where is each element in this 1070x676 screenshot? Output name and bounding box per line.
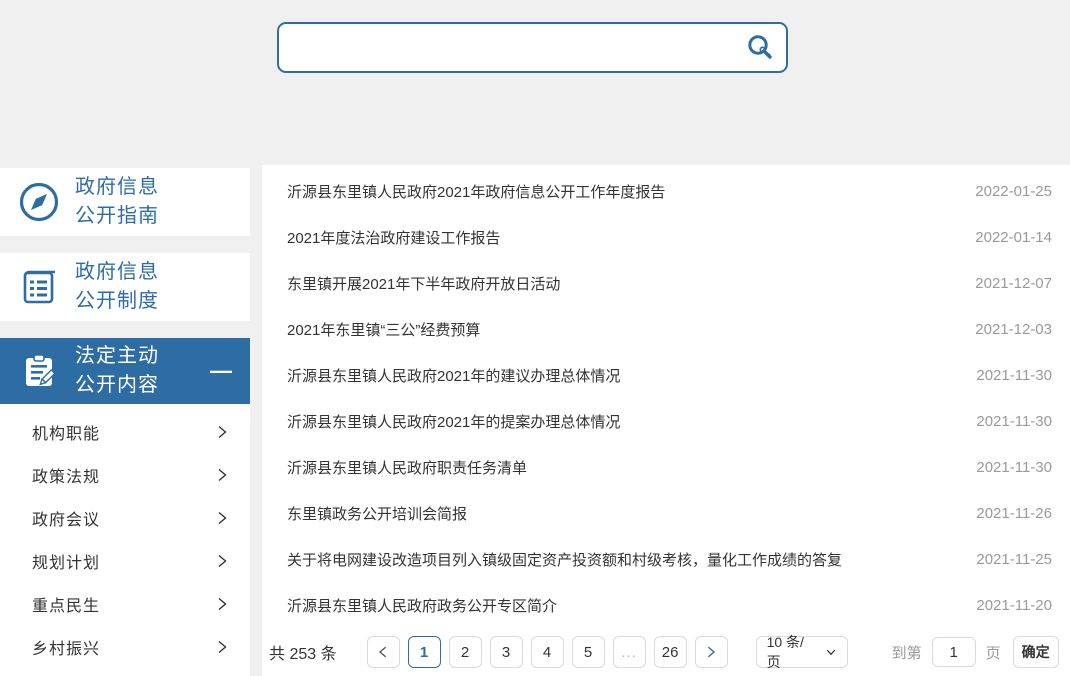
clipboard-pencil-icon — [16, 348, 62, 394]
list-item-date: 2022-01-25 — [975, 183, 1052, 200]
sidebar-item-gov-meetings[interactable]: 政府会议 — [0, 496, 250, 539]
pagination: 共 253 条 1 2 3 4 5 ... 26 10 条/页 — [269, 628, 1052, 676]
sidebar-item-label: 政府信息 公开指南 — [75, 173, 159, 231]
list-item[interactable]: 2021年度法治政府建设工作报告 2022-01-14 — [287, 214, 1052, 260]
list-item[interactable]: 东里镇开展2021年下半年政府开放日活动 2021-12-07 — [287, 260, 1052, 306]
goto-prefix-label: 到第 — [892, 642, 922, 663]
compass-icon — [16, 179, 62, 225]
list-item-title[interactable]: 沂源县东里镇人民政府职责任务清单 — [287, 457, 527, 478]
list-item-date: 2021-12-07 — [975, 275, 1052, 292]
list-item[interactable]: 沂源县东里镇人民政府政务公开专区简介 2021-11-20 — [287, 582, 1052, 628]
page-size-select[interactable]: 10 条/页 — [756, 636, 848, 668]
submenu-label: 乡村振兴 — [32, 635, 100, 659]
list-item[interactable]: 东里镇政务公开培训会简报 2021-11-26 — [287, 490, 1052, 536]
list-item-title[interactable]: 沂源县东里镇人民政府2021年的提案办理总体情况 — [287, 411, 620, 432]
list-item-title[interactable]: 2021年东里镇“三公”经费预算 — [287, 319, 480, 340]
list-item-title[interactable]: 东里镇开展2021年下半年政府开放日活动 — [287, 273, 560, 294]
page-ellipsis[interactable]: ... — [613, 636, 646, 668]
article-list-panel: 沂源县东里镇人民政府2021年政府信息公开工作年度报告 2022-01-25 2… — [262, 165, 1070, 676]
list-item[interactable]: 关于将电网建设改造项目列入镇级固定资产投资额和村级考核，量化工作成绩的答复 20… — [287, 536, 1052, 582]
sidebar-submenu: 机构职能 政策法规 政府会议 规划计划 重点民生 — [0, 404, 250, 676]
next-page-button[interactable] — [695, 636, 728, 668]
ledger-icon — [16, 264, 62, 310]
page: 政府信息 公开指南 政府信息 公开制度 — [0, 0, 1070, 676]
goto-page-input[interactable] — [932, 637, 976, 667]
chevron-right-icon — [214, 596, 230, 612]
page-button-4[interactable]: 4 — [531, 636, 564, 668]
submenu-label: 政府会议 — [32, 506, 100, 530]
chevron-left-icon — [376, 645, 390, 659]
list-item-title[interactable]: 关于将电网建设改造项目列入镇级固定资产投资额和村级考核，量化工作成绩的答复 — [287, 549, 842, 570]
list-item[interactable]: 沂源县东里镇人民政府2021年政府信息公开工作年度报告 2022-01-25 — [287, 168, 1052, 214]
list-item-date: 2021-12-03 — [975, 321, 1052, 338]
search-button[interactable] — [734, 24, 786, 71]
list-item-date: 2021-11-30 — [976, 459, 1052, 476]
sidebar-item-statutory-disclosure[interactable]: 法定主动 公开内容 — — [0, 338, 250, 404]
submenu-label: 政策法规 — [32, 463, 100, 487]
sidebar-item-label: 法定主动 公开内容 — [75, 342, 159, 400]
sidebar-item-gov-info-system[interactable]: 政府信息 公开制度 — [0, 253, 250, 321]
search-icon — [745, 33, 775, 63]
page-button-5[interactable]: 5 — [572, 636, 605, 668]
chevron-right-icon — [704, 645, 718, 659]
page-button-3[interactable]: 3 — [490, 636, 523, 668]
collapse-indicator-icon[interactable]: — — [210, 360, 232, 382]
list-item[interactable]: 沂源县东里镇人民政府职责任务清单 2021-11-30 — [287, 444, 1052, 490]
search-box — [277, 22, 788, 73]
list-item-date: 2021-11-30 — [976, 413, 1052, 430]
list-item[interactable]: 沂源县东里镇人民政府2021年的建议办理总体情况 2021-11-30 — [287, 352, 1052, 398]
submenu-label: 规划计划 — [32, 549, 100, 573]
prev-page-button[interactable] — [367, 636, 400, 668]
chevron-down-icon — [825, 646, 837, 658]
list-item-title[interactable]: 沂源县东里镇人民政府2021年政府信息公开工作年度报告 — [287, 181, 665, 202]
page-button-2[interactable]: 2 — [449, 636, 482, 668]
goto-suffix-label: 页 — [986, 642, 1001, 663]
list-item-title[interactable]: 沂源县东里镇人民政府2021年的建议办理总体情况 — [287, 365, 620, 386]
page-button-1[interactable]: 1 — [408, 636, 441, 668]
sidebar-item-org-functions[interactable]: 机构职能 — [0, 410, 250, 453]
page-size-label: 10 条/页 — [767, 632, 818, 672]
list-item-date: 2021-11-30 — [976, 367, 1052, 384]
submenu-label: 机构职能 — [32, 420, 100, 444]
chevron-right-icon — [214, 639, 230, 655]
list-item-date: 2021-11-20 — [976, 597, 1052, 614]
confirm-button[interactable]: 确定 — [1013, 636, 1059, 668]
list-item-date: 2021-11-26 — [976, 505, 1052, 522]
sidebar-item-policies-regulations[interactable]: 政策法规 — [0, 453, 250, 496]
chevron-right-icon — [214, 424, 230, 440]
sidebar-item-gov-info-guide[interactable]: 政府信息 公开指南 — [0, 168, 250, 236]
list-item-date: 2021-11-25 — [976, 551, 1052, 568]
chevron-right-icon — [214, 467, 230, 483]
list-item-title[interactable]: 2021年度法治政府建设工作报告 — [287, 227, 500, 248]
sidebar-item-label: 政府信息 公开制度 — [75, 258, 159, 316]
list-item-title[interactable]: 沂源县东里镇人民政府政务公开专区简介 — [287, 595, 557, 616]
page-button-26[interactable]: 26 — [654, 636, 687, 668]
list-item-title[interactable]: 东里镇政务公开培训会简报 — [287, 503, 467, 524]
sidebar-item-rural-revitalization[interactable]: 乡村振兴 — [0, 625, 250, 668]
total-count-label: 共 253 条 — [269, 640, 337, 664]
search-input[interactable] — [279, 24, 734, 71]
chevron-right-icon — [214, 553, 230, 569]
submenu-label: 重点民生 — [32, 592, 100, 616]
sidebar-item-key-livelihood[interactable]: 重点民生 — [0, 582, 250, 625]
goto-page-group: 到第 页 — [892, 637, 1001, 667]
list-item[interactable]: 2021年东里镇“三公”经费预算 2021-12-03 — [287, 306, 1052, 352]
chevron-right-icon — [214, 510, 230, 526]
sidebar-item-planning[interactable]: 规划计划 — [0, 539, 250, 582]
list-item-date: 2022-01-14 — [975, 229, 1052, 246]
list-item[interactable]: 沂源县东里镇人民政府2021年的提案办理总体情况 2021-11-30 — [287, 398, 1052, 444]
